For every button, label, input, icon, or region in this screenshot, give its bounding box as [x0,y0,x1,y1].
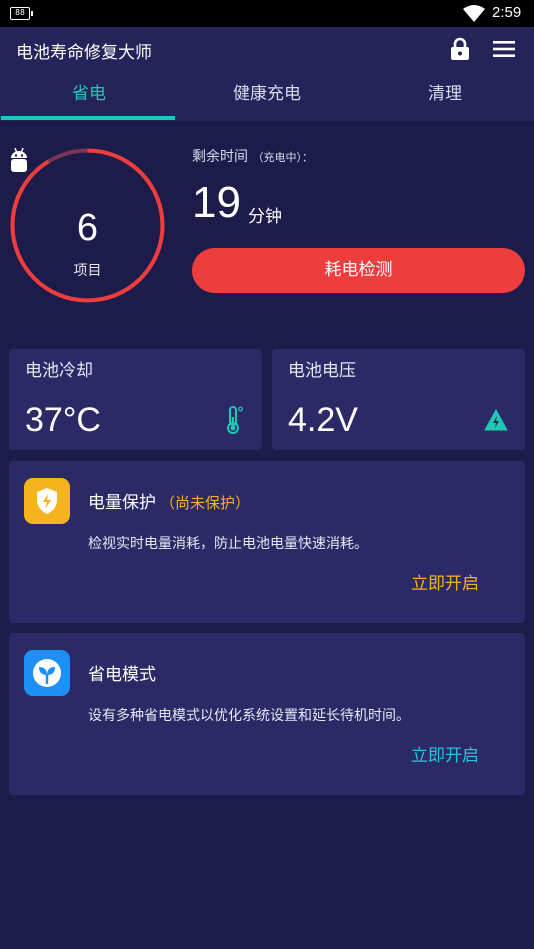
battery-voltage-title: 电池电压 [288,361,356,381]
battery-cooling-card[interactable]: 电池冷却 37°C [9,349,262,450]
status-time: 2:59 [492,4,522,21]
protection-status: （尚未保护） [160,494,251,512]
power-consumption-detect-button[interactable]: 耗电检测 [192,248,525,293]
item-count-label: 项目 [73,263,102,279]
battery-cooling-title: 电池冷却 [25,361,93,381]
tab-healthy-charging[interactable]: 健康充电 [178,71,356,121]
item-count-ring[interactable]: 6 项目 [9,147,166,304]
voltage-warning-icon [484,409,508,431]
thermometer-icon [227,406,243,434]
enable-power-saving-button[interactable]: 立即开启 [411,741,479,766]
lock-icon[interactable] [449,37,471,61]
leaf-sprout-icon [24,650,70,696]
item-count: 6 [76,207,99,249]
shield-lightning-icon [24,478,70,524]
battery-level: 88 [15,8,25,17]
power-protection-card[interactable]: 电量保护 （尚未保护） 检视实时电量消耗，防止电池电量快速消耗。 立即开启 [9,461,525,623]
remaining-time-value: 19 [192,178,241,227]
battery-voltage: 4.2V [288,401,358,439]
power-saving-mode-card[interactable]: 省电模式 设有多种省电模式以优化系统设置和延长待机时间。 立即开启 [9,633,525,795]
power-protection-title: 电量保护 （尚未保护） [88,488,250,513]
remaining-time-unit: 分钟 [248,207,282,227]
power-saving-mode-description: 设有多种省电模式以优化系统设置和延长待机时间。 [88,708,410,724]
android-icon [11,147,27,172]
battery-icon: 88 [10,7,33,20]
tab-indicator [1,116,175,120]
charging-state: （充电中）： [252,151,313,164]
app-title: 电池寿命修复大师 [16,43,152,63]
app-bar: 电池寿命修复大师 [0,27,534,71]
status-bar: 88 2:59 [0,0,534,27]
menu-icon[interactable] [493,40,515,58]
tab-bar: 省电 健康充电 清理 [0,71,534,121]
enable-protection-button[interactable]: 立即开启 [411,569,479,594]
wifi-icon [463,5,485,22]
remaining-time-label: 剩余时间 （充电中）： [192,146,313,166]
power-protection-title-text: 电量保护 [88,493,156,513]
tab-cleanup[interactable]: 清理 [356,71,534,121]
battery-voltage-card[interactable]: 电池电压 4.2V [272,349,525,450]
remaining-label-text: 剩余时间 [192,149,248,165]
power-saving-mode-title: 省电模式 [88,665,156,685]
power-protection-description: 检视实时电量消耗，防止电池电量快速消耗。 [88,536,368,552]
tab-power-saving[interactable]: 省电 [0,71,178,121]
battery-temperature: 37°C [25,401,101,439]
